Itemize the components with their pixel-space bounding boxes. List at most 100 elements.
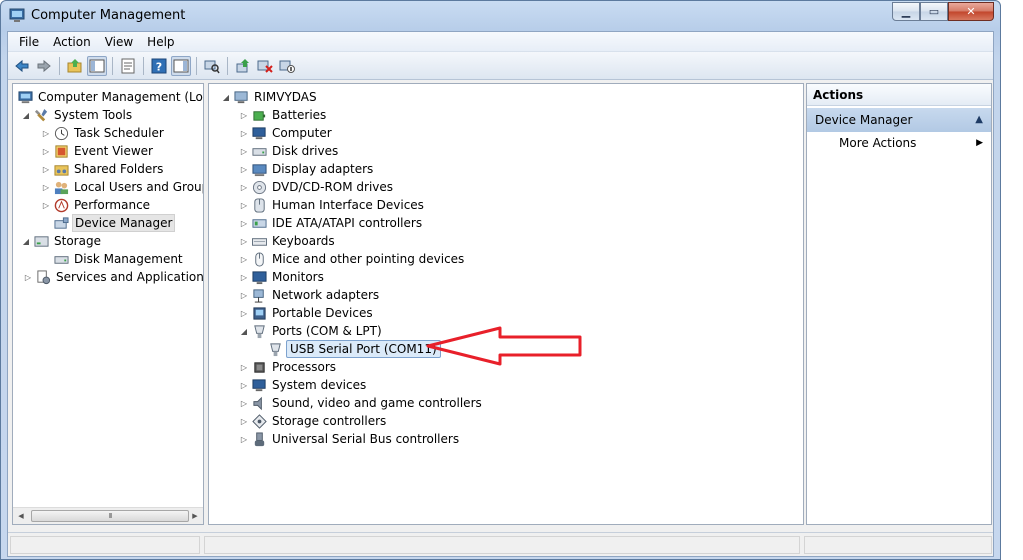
show-tree-button[interactable] [87, 55, 107, 76]
tree-item-computer-management[interactable]: Computer Management (Local [13, 88, 203, 106]
tree-item-device-manager[interactable]: Device Manager [13, 214, 203, 232]
expand-icon[interactable]: ▷ [23, 273, 33, 282]
expand-icon[interactable]: ▷ [239, 183, 249, 192]
expand-icon[interactable]: ▷ [41, 147, 51, 156]
expand-icon[interactable]: ▷ [239, 291, 249, 300]
expand-icon[interactable]: ▷ [41, 183, 51, 192]
submenu-arrow-icon: ▶ [976, 138, 983, 148]
performance-icon [53, 197, 69, 213]
tree-item-system-tools[interactable]: ◢ System Tools [13, 106, 203, 124]
device-category-system-devices[interactable]: ▷ System devices [209, 376, 484, 394]
expand-icon[interactable]: ▷ [239, 417, 249, 426]
collapse-icon[interactable]: ◢ [21, 237, 31, 246]
menu-help[interactable]: Help [140, 32, 181, 52]
tree-item-services-applications[interactable]: ▷ Services and Applications [13, 268, 203, 286]
show-action-pane-button[interactable] [171, 55, 191, 76]
usb-icon [251, 431, 267, 447]
device-category-monitors[interactable]: ▷ Monitors [209, 268, 484, 286]
up-folder-button[interactable] [65, 56, 85, 76]
device-category-usb-controllers[interactable]: ▷ Universal Serial Bus controllers [209, 430, 484, 448]
device-category-ide-ata-atapi-controllers[interactable]: ▷ IDE ATA/ATAPI controllers [209, 214, 484, 232]
device-category-portable-devices[interactable]: ▷ Portable Devices [209, 304, 484, 322]
expand-icon[interactable]: ▷ [239, 111, 249, 120]
actions-pane: Actions Device Manager ▲ More Actions ▶ [806, 83, 992, 525]
actions-section-device-manager[interactable]: Device Manager ▲ [807, 108, 991, 132]
tree-label: Display adapters [272, 162, 374, 176]
device-category-network-adapters[interactable]: ▷ Network adapters [209, 286, 484, 304]
device-category-computer[interactable]: ▷ Computer [209, 124, 484, 142]
device-category-sound-video-game-controllers[interactable]: ▷ Sound, video and game controllers [209, 394, 484, 412]
forward-button[interactable] [34, 56, 54, 76]
svg-text:?: ? [156, 60, 162, 73]
help-button[interactable]: ? [149, 56, 169, 76]
device-category-dvd-cd-rom-drives[interactable]: ▷ DVD/CD-ROM drives [209, 178, 484, 196]
device-category-display-adapters[interactable]: ▷ Display adapters [209, 160, 484, 178]
monitor-icon [251, 269, 267, 285]
system-device-icon [251, 377, 267, 393]
expand-icon[interactable]: ▷ [239, 255, 249, 264]
tree-item-performance[interactable]: ▷ Performance [13, 196, 203, 214]
device-category-disk-drives[interactable]: ▷ Disk drives [209, 142, 484, 160]
uninstall-button[interactable] [255, 56, 275, 76]
tree-item-shared-folders[interactable]: ▷ Shared Folders [13, 160, 203, 178]
expand-icon[interactable]: ▷ [239, 165, 249, 174]
device-category-mice-pointing-devices[interactable]: ▷ Mice and other pointing devices [209, 250, 484, 268]
scrollbar-thumb[interactable]: III [31, 510, 189, 522]
expand-icon[interactable]: ▷ [239, 399, 249, 408]
expand-icon[interactable]: ▷ [239, 237, 249, 246]
tree-item-storage[interactable]: ◢ Storage [13, 232, 203, 250]
device-tree-root[interactable]: ◢ RIMVYDAS [209, 88, 484, 106]
title-bar[interactable]: Computer Management ▁ ▭ ✕ [1, 1, 1000, 31]
device-category-keyboards[interactable]: ▷ Keyboards [209, 232, 484, 250]
console-tree-pane[interactable]: Computer Management (Local ◢ System Tool… [12, 83, 204, 525]
maximize-button[interactable]: ▭ [920, 2, 948, 21]
show-tree-icon [89, 59, 105, 72]
scan-hardware-button[interactable] [202, 56, 222, 76]
expand-icon[interactable]: ▷ [239, 381, 249, 390]
expand-icon[interactable]: ▷ [239, 309, 249, 318]
device-tree-pane[interactable]: ◢ RIMVYDAS ▷ Batteries ▷ Computer ▷ Disk driv… [208, 83, 804, 525]
device-category-human-interface-devices[interactable]: ▷ Human Interface Devices [209, 196, 484, 214]
update-driver-button[interactable] [233, 56, 253, 76]
expand-icon[interactable]: ▷ [239, 273, 249, 282]
device-category-batteries[interactable]: ▷ Batteries [209, 106, 484, 124]
expand-icon[interactable]: ▷ [41, 201, 51, 210]
expand-icon[interactable]: ▷ [41, 129, 51, 138]
properties-button[interactable] [118, 56, 138, 76]
device-category-storage-controllers[interactable]: ▷ Storage controllers [209, 412, 484, 430]
horizontal-scrollbar[interactable]: ◀ III ▶ [13, 507, 203, 524]
expand-icon[interactable]: ▷ [239, 435, 249, 444]
menu-action[interactable]: Action [46, 32, 98, 52]
actions-section-label: Device Manager [815, 113, 913, 127]
menu-file[interactable]: File [12, 32, 46, 52]
maximize-icon: ▭ [928, 5, 940, 18]
expand-icon[interactable]: ▷ [239, 363, 249, 372]
expand-icon[interactable]: ▷ [239, 129, 249, 138]
expand-icon[interactable]: ▷ [41, 165, 51, 174]
tree-item-disk-management[interactable]: Disk Management [13, 250, 203, 268]
minimize-button[interactable]: ▁ [892, 2, 920, 21]
collapse-icon[interactable]: ◢ [239, 327, 249, 336]
status-cell [204, 536, 800, 554]
scroll-left-icon[interactable]: ◀ [13, 508, 29, 524]
collapse-up-icon[interactable]: ▲ [975, 108, 983, 132]
tree-item-task-scheduler[interactable]: ▷ Task Scheduler [13, 124, 203, 142]
tree-label: Performance [74, 198, 151, 212]
expand-icon[interactable]: ▷ [239, 147, 249, 156]
back-button[interactable] [12, 56, 32, 76]
close-button[interactable]: ✕ [948, 2, 994, 21]
tree-item-local-users-groups[interactable]: ▷ Local Users and Groups [13, 178, 203, 196]
scroll-right-icon[interactable]: ▶ [187, 508, 203, 524]
tree-item-event-viewer[interactable]: ▷ Event Viewer [13, 142, 203, 160]
disk-icon [53, 251, 69, 267]
collapse-icon[interactable]: ◢ [221, 93, 231, 102]
menu-view[interactable]: View [98, 32, 140, 52]
tree-label: Disk Management [74, 252, 183, 266]
collapse-icon[interactable]: ◢ [21, 111, 31, 120]
ide-controller-icon [251, 215, 267, 231]
expand-icon[interactable]: ▷ [239, 201, 249, 210]
more-actions-link[interactable]: More Actions ▶ [807, 132, 991, 154]
close-icon: ✕ [966, 5, 976, 18]
expand-icon[interactable]: ▷ [239, 219, 249, 228]
disable-button[interactable] [277, 56, 297, 76]
